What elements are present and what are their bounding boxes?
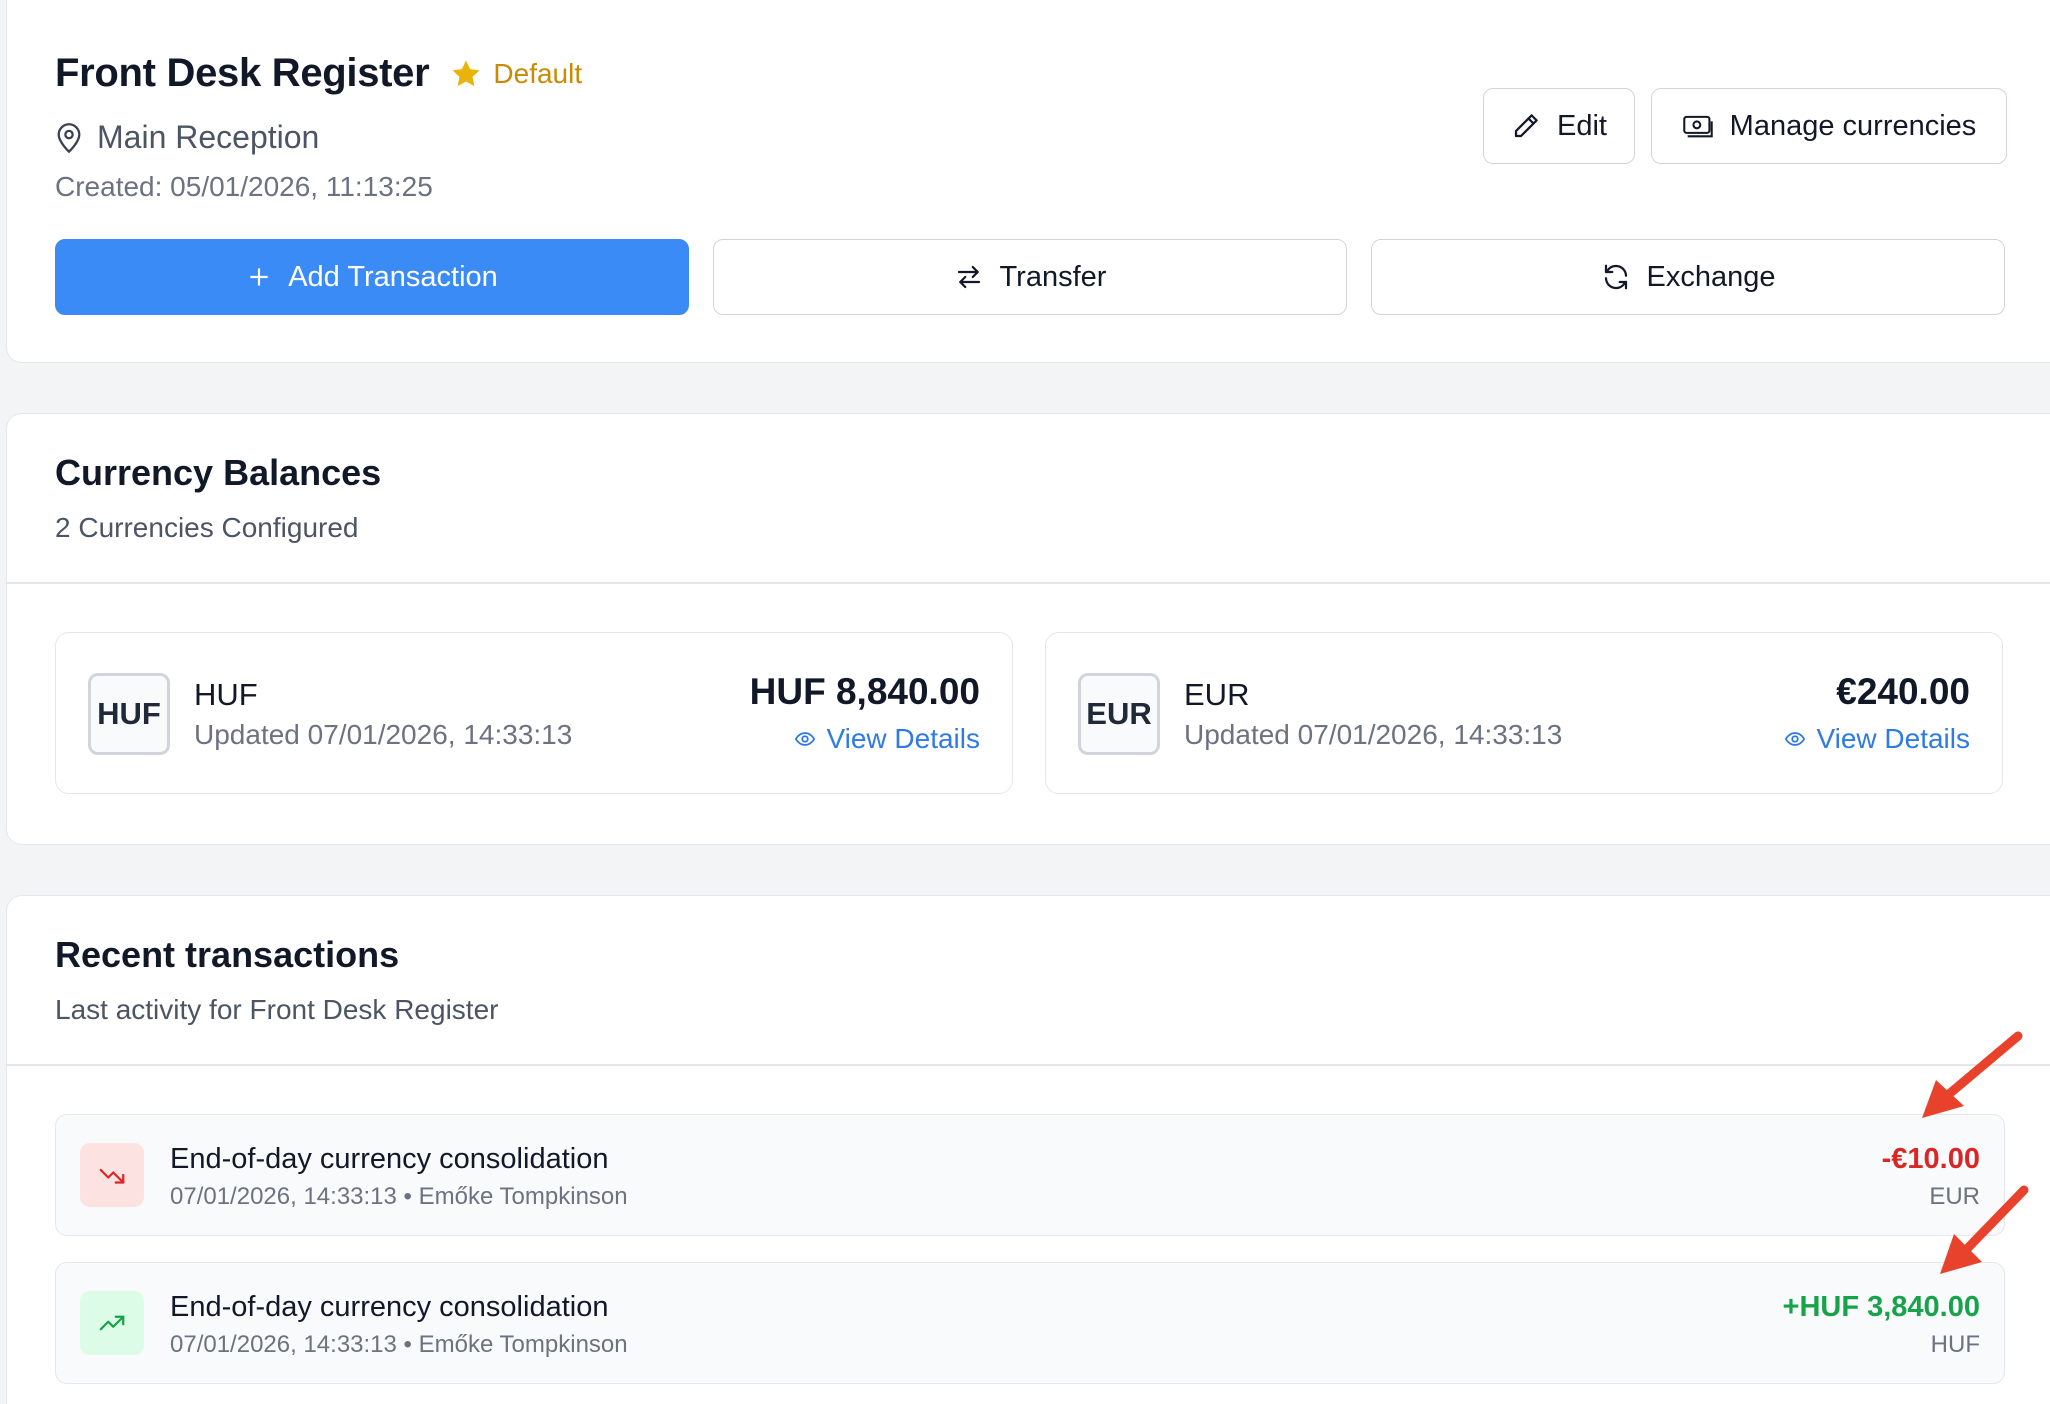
transaction-amount: -€10.00 bbox=[1881, 1143, 1980, 1175]
default-badge: Default bbox=[493, 57, 583, 89]
annotation-arrow-icon bbox=[1922, 1031, 2023, 1118]
map-pin-icon bbox=[57, 122, 81, 153]
exchange-button[interactable]: Exchange bbox=[1371, 239, 2005, 315]
created-timestamp: Created: 05/01/2026, 11:13:25 bbox=[55, 171, 433, 202]
arrows-left-right-icon bbox=[957, 265, 980, 289]
currency-code-badge: EUR bbox=[1078, 673, 1160, 755]
transaction-row[interactable]: End-of-day currency consolidation 07/01/… bbox=[55, 1262, 2005, 1384]
currency-balance: €240.00 bbox=[1836, 671, 1970, 712]
title-row: Front Desk Register Default bbox=[55, 51, 582, 96]
transactions-title: Recent transactions bbox=[55, 934, 400, 975]
currency-updated: Updated 07/01/2026, 14:33:13 bbox=[194, 719, 573, 750]
trending-up-icon bbox=[99, 1315, 125, 1331]
add-transaction-label: Add Transaction bbox=[288, 260, 498, 293]
annotation-arrow-icon bbox=[1940, 1185, 2029, 1274]
transaction-currency: HUF bbox=[1930, 1331, 1980, 1358]
currency-name: HUF bbox=[194, 677, 258, 712]
view-details-link[interactable]: View Details bbox=[794, 723, 980, 755]
edit-button-label: Edit bbox=[1557, 109, 1607, 142]
view-details-link[interactable]: View Details bbox=[1784, 723, 1970, 755]
balances-subtitle: 2 Currencies Configured bbox=[55, 512, 359, 543]
transaction-title: End-of-day currency consolidation bbox=[170, 1143, 609, 1175]
balances-divider bbox=[7, 582, 2050, 584]
transaction-type-badge bbox=[80, 1143, 144, 1207]
transactions-subtitle: Last activity for Front Desk Register bbox=[55, 994, 499, 1025]
currency-name: EUR bbox=[1184, 677, 1250, 712]
balance-card-huf: HUF HUF Updated 07/01/2026, 14:33:13 HUF… bbox=[55, 632, 1013, 794]
star-icon bbox=[452, 60, 480, 86]
transaction-meta: 07/01/2026, 14:33:13 • Emőke Tompkinson bbox=[170, 1183, 628, 1210]
view-details-label: View Details bbox=[826, 723, 980, 754]
transaction-row[interactable]: End-of-day currency consolidation 07/01/… bbox=[55, 1114, 2005, 1236]
location-row: Main Reception bbox=[55, 119, 319, 156]
pencil-icon bbox=[1514, 114, 1538, 138]
add-transaction-button[interactable]: Add Transaction bbox=[55, 239, 689, 315]
eye-icon bbox=[795, 732, 816, 746]
trending-down-icon bbox=[99, 1168, 125, 1184]
recent-transactions-card: Recent transactions Last activity for Fr… bbox=[6, 895, 2050, 1404]
manage-currencies-label: Manage currencies bbox=[1729, 109, 1977, 142]
page-title: Front Desk Register bbox=[55, 51, 430, 95]
currency-balances-card: Currency Balances 2 Currencies Configure… bbox=[6, 413, 2050, 845]
transaction-meta: 07/01/2026, 14:33:13 • Emőke Tompkinson bbox=[170, 1331, 628, 1358]
eye-icon bbox=[1785, 732, 1806, 746]
edit-button[interactable]: Edit bbox=[1483, 88, 1635, 164]
transfer-button[interactable]: Transfer bbox=[713, 239, 1347, 315]
refresh-cw-icon bbox=[1604, 264, 1627, 290]
exchange-label: Exchange bbox=[1646, 260, 1776, 293]
location-text: Main Reception bbox=[97, 119, 320, 155]
transaction-title: End-of-day currency consolidation bbox=[170, 1291, 609, 1323]
manage-currencies-button[interactable]: Manage currencies bbox=[1651, 88, 2007, 164]
banknote-icon bbox=[1682, 115, 1713, 138]
balances-title: Currency Balances bbox=[55, 452, 382, 493]
balance-card-eur: EUR EUR Updated 07/01/2026, 14:33:13 €24… bbox=[1045, 632, 2003, 794]
currency-updated: Updated 07/01/2026, 14:33:13 bbox=[1184, 719, 1563, 750]
transaction-amount: +HUF 3,840.00 bbox=[1782, 1291, 1980, 1323]
plus-icon bbox=[250, 268, 268, 286]
view-details-label: View Details bbox=[1816, 723, 1970, 754]
currency-balance: HUF 8,840.00 bbox=[749, 671, 980, 712]
transaction-type-badge bbox=[80, 1291, 144, 1355]
transfer-label: Transfer bbox=[999, 260, 1107, 293]
transactions-divider bbox=[7, 1064, 2050, 1066]
currency-code-badge: HUF bbox=[88, 673, 170, 755]
register-header-card: Front Desk Register Default Main Recepti… bbox=[6, 0, 2050, 363]
